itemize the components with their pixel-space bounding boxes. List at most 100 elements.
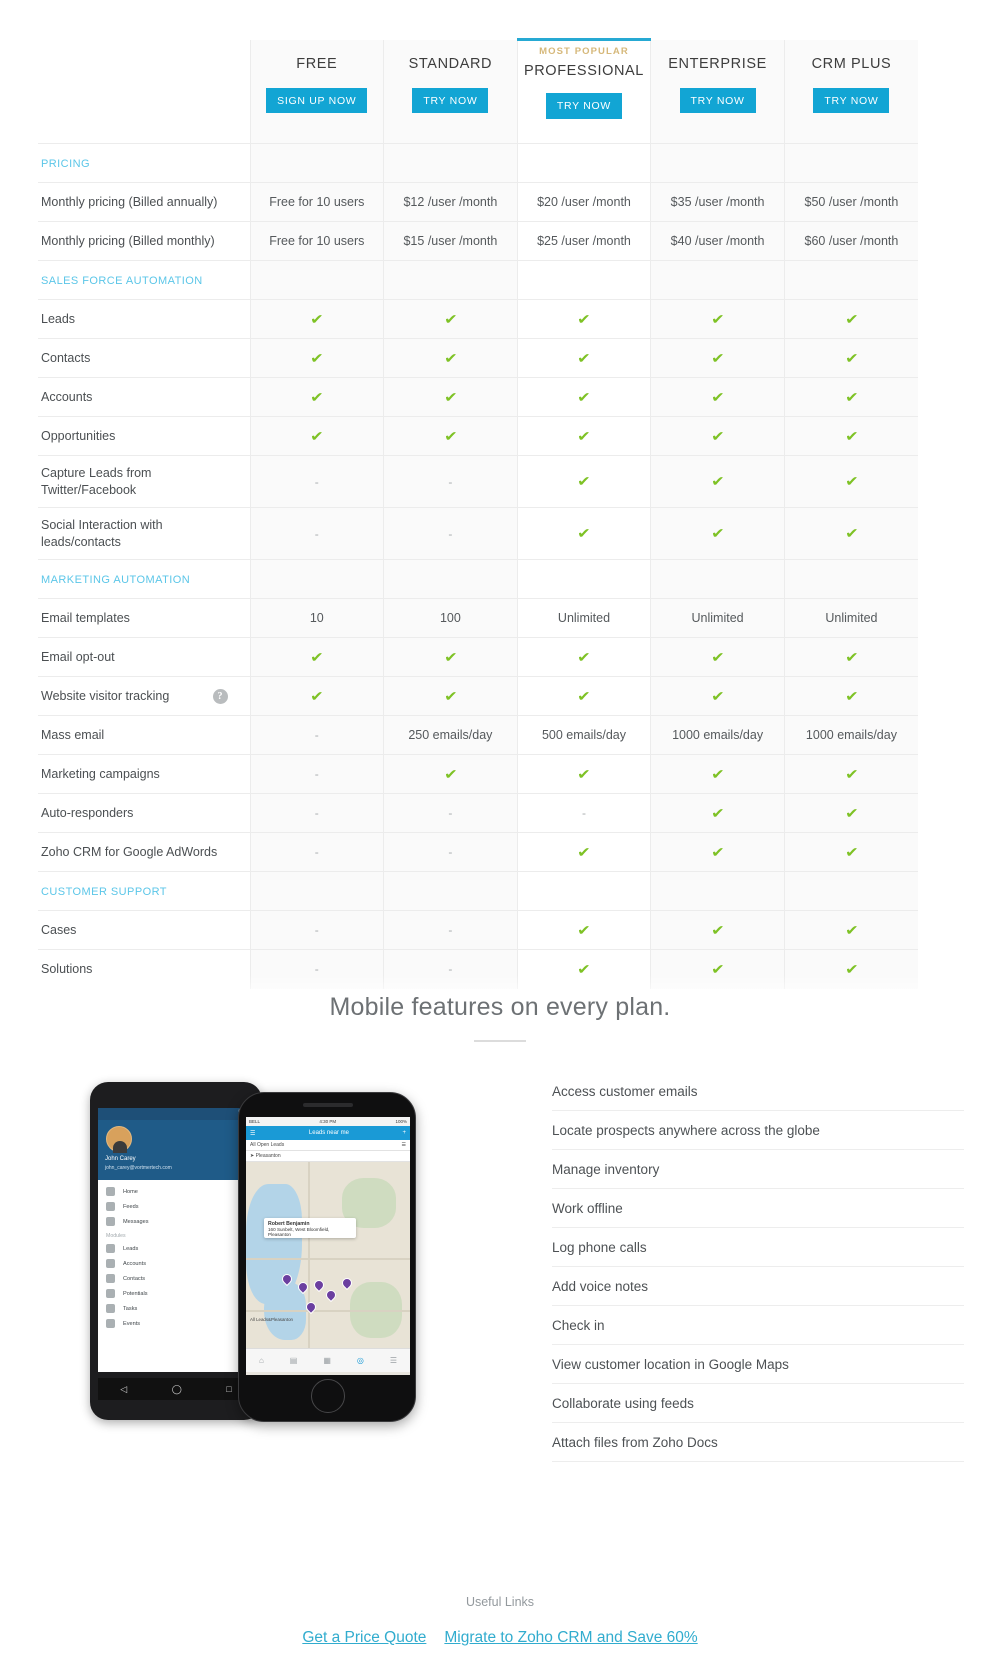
iphone-home-button[interactable] bbox=[311, 1379, 345, 1413]
table-row: Monthly pricing (Billed monthly) Free for… bbox=[38, 221, 918, 261]
section-row-spacer bbox=[516, 559, 652, 599]
android-system-nav[interactable]: ◁ ◯ □ bbox=[98, 1378, 254, 1400]
module-item-icon bbox=[106, 1289, 115, 1298]
check-icon: ✔ bbox=[710, 427, 725, 444]
feature-value-cell: ✔ bbox=[383, 416, 518, 456]
plan-name: STANDARD bbox=[408, 55, 493, 72]
not-included-dash: - bbox=[314, 923, 319, 937]
feature-label-cell: Email opt-out bbox=[38, 637, 250, 677]
feature-value: $40 /user /month bbox=[670, 234, 765, 248]
check-icon: ✔ bbox=[577, 473, 591, 489]
feature-value-cell: ✔ bbox=[783, 793, 918, 833]
iphone-tab-near-me[interactable]: ◎ bbox=[357, 1356, 364, 1365]
android-nav-menu[interactable]: Home Feeds Messages Modules Leads Accounts Con… bbox=[98, 1180, 254, 1372]
android-menu-item[interactable]: Messages bbox=[98, 1214, 254, 1229]
pricing-comparison-table: FREE SIGN UP NOW STANDARD TRY NOW MOST POPUL… bbox=[0, 0, 1000, 1002]
footer-link[interactable]: Get a Price Quote bbox=[302, 1629, 426, 1646]
iphone-tab-home[interactable]: ⌂ bbox=[259, 1356, 264, 1365]
iphone-tab-feeds[interactable]: ▤ bbox=[290, 1356, 298, 1365]
android-menu-item[interactable]: Home bbox=[98, 1184, 254, 1199]
check-icon: ✔ bbox=[710, 921, 725, 938]
feature-value-cell: ✔ bbox=[783, 949, 918, 989]
iphone-filter-bar[interactable]: All Open Leads ☰ bbox=[246, 1140, 410, 1151]
home-icon[interactable]: ◯ bbox=[172, 1384, 182, 1395]
android-module-label: Leads bbox=[123, 1245, 139, 1252]
feature-value-cell: $12 /user /month bbox=[383, 182, 518, 222]
table-row: Auto-responders - - - ✔ ✔ bbox=[38, 793, 918, 833]
feature-value-cell: $35 /user /month bbox=[650, 182, 785, 222]
map-card-address: 160 Sunbelt, West Bloomfield, Pleasanton bbox=[268, 1227, 330, 1237]
menu-icon[interactable]: ☰ bbox=[250, 1130, 255, 1137]
feature-label: Opportunities bbox=[41, 428, 116, 443]
table-row: Accounts ✔ ✔ ✔ ✔ ✔ bbox=[38, 377, 918, 417]
feature-label-cell: Email templates bbox=[38, 598, 250, 638]
iphone-tab-more[interactable]: ☰ bbox=[390, 1356, 397, 1365]
plan-cta-button[interactable]: TRY NOW bbox=[412, 87, 489, 113]
recents-icon[interactable]: □ bbox=[226, 1384, 231, 1394]
android-module-item[interactable]: Contacts bbox=[98, 1271, 254, 1286]
section-heading-cell: PRICING bbox=[38, 143, 250, 183]
feature-label-cell: Leads bbox=[38, 299, 250, 339]
table-row: Solutions - - ✔ ✔ ✔ bbox=[38, 949, 918, 989]
check-icon: ✔ bbox=[710, 960, 725, 977]
feature-label-cell: Accounts bbox=[38, 377, 250, 417]
map-pin[interactable] bbox=[311, 1277, 327, 1293]
feature-label-cell: Website visitor tracking? bbox=[38, 676, 250, 716]
check-icon: ✔ bbox=[310, 687, 324, 704]
feature-label: Capture Leads from Twitter/Facebook bbox=[41, 465, 152, 497]
feature-value-cell: ✔ bbox=[516, 507, 652, 560]
not-included-dash: - bbox=[314, 845, 319, 859]
mobile-feature-item: Manage inventory bbox=[552, 1162, 964, 1189]
android-user-email: john_carey@vortmertech.com bbox=[105, 1165, 172, 1171]
feature-value-cell: ✔ bbox=[516, 338, 652, 378]
check-icon: ✔ bbox=[844, 473, 859, 489]
feature-label-cell: Opportunities bbox=[38, 416, 250, 456]
feature-value: Unlimited bbox=[557, 611, 611, 625]
map-info-card[interactable]: Robert Benjamin 160 Sunbelt, West Bloomf… bbox=[264, 1218, 356, 1238]
back-icon[interactable]: ◁ bbox=[120, 1384, 127, 1395]
help-icon[interactable]: ? bbox=[212, 688, 228, 704]
feature-value-cell: ✔ bbox=[516, 754, 652, 794]
feature-value-cell: ✔ bbox=[516, 377, 652, 417]
android-module-item[interactable]: Accounts bbox=[98, 1256, 254, 1271]
plan-cta-button[interactable]: TRY NOW bbox=[679, 87, 756, 113]
feature-value-cell: ✔ bbox=[249, 338, 384, 378]
section-row-spacer bbox=[783, 559, 918, 599]
android-module-item[interactable]: Events bbox=[98, 1316, 254, 1331]
feature-value: $20 /user /month bbox=[537, 195, 631, 209]
plan-header-free: FREE SIGN UP NOW bbox=[249, 39, 384, 144]
map-pin[interactable] bbox=[303, 1299, 319, 1315]
feature-value-cell: ✔ bbox=[383, 338, 518, 378]
map-pin[interactable] bbox=[339, 1275, 355, 1291]
map-pin[interactable] bbox=[323, 1287, 339, 1303]
footer-link[interactable]: Migrate to Zoho CRM and Save 60% bbox=[444, 1629, 697, 1646]
feature-label-cell: Marketing campaigns bbox=[38, 754, 250, 794]
feature-value-cell: ✔ bbox=[650, 910, 785, 950]
feature-value-cell: - bbox=[249, 754, 384, 794]
mobile-feature-list: Access customer emails Locate prospects a… bbox=[552, 1082, 964, 1474]
feature-value-cell: ✔ bbox=[249, 637, 384, 677]
android-module-item[interactable]: Leads bbox=[98, 1241, 254, 1256]
map-view[interactable]: Robert Benjamin 160 Sunbelt, West Bloomf… bbox=[246, 1162, 410, 1348]
feature-value: 10 bbox=[309, 611, 324, 625]
feature-value-cell: ✔ bbox=[516, 832, 652, 872]
android-module-item[interactable]: Potentials bbox=[98, 1286, 254, 1301]
section-row-spacer bbox=[783, 260, 918, 300]
check-icon: ✔ bbox=[844, 427, 859, 444]
plan-cta-button[interactable]: SIGN UP NOW bbox=[266, 87, 368, 113]
feature-value-cell: - bbox=[249, 455, 384, 508]
android-menu-item[interactable]: Feeds bbox=[98, 1199, 254, 1214]
plan-cta-button[interactable]: TRY NOW bbox=[813, 87, 890, 113]
table-row: Contacts ✔ ✔ ✔ ✔ ✔ bbox=[38, 338, 918, 378]
table-row: Marketing campaigns - ✔ ✔ ✔ ✔ bbox=[38, 754, 918, 794]
check-icon: ✔ bbox=[310, 310, 324, 327]
list-view-icon[interactable]: ☰ bbox=[402, 1142, 406, 1148]
iphone-tab-bar[interactable]: ⌂ ▤ ▦ ◎ ☰ bbox=[246, 1348, 410, 1372]
check-icon: ✔ bbox=[844, 687, 859, 704]
plan-cta-button[interactable]: TRY NOW bbox=[545, 93, 623, 119]
android-module-item[interactable]: Tasks bbox=[98, 1301, 254, 1316]
feature-value: $25 /user /month bbox=[537, 234, 631, 248]
add-icon[interactable]: + bbox=[402, 1130, 406, 1136]
iphone-tab-modules[interactable]: ▦ bbox=[323, 1356, 331, 1365]
feature-value-cell: - bbox=[383, 455, 518, 508]
